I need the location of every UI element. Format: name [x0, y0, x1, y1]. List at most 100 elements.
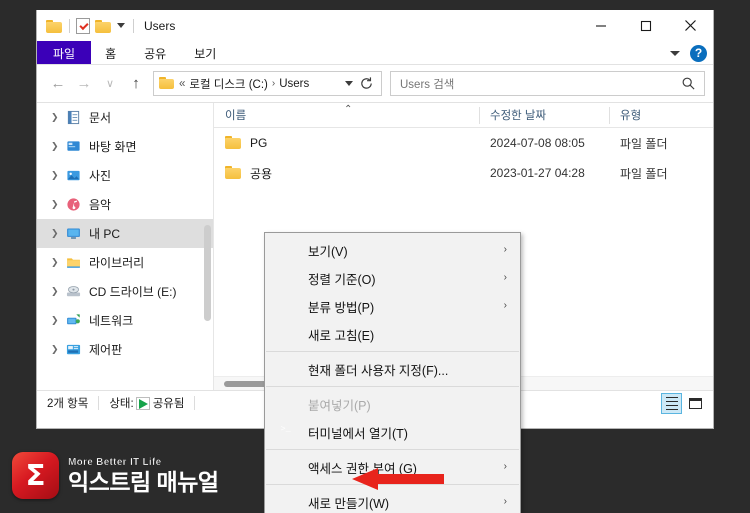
- annotation-arrow-icon: [352, 468, 444, 490]
- large-icons-view-button[interactable]: [685, 393, 706, 414]
- minimize-button[interactable]: [578, 10, 623, 41]
- chevron-right-icon: ›: [503, 244, 507, 255]
- breadcrumb-segment-drive[interactable]: 로컬 디스크 (C:): [189, 76, 267, 92]
- navigation-bar: ← → ∨ ↑ « 로컬 디스크 (C:) › Users Users 검색: [37, 65, 713, 102]
- menu-item-new[interactable]: 새로 만들기(W) ›: [265, 488, 520, 513]
- row-name-cell[interactable]: PG: [214, 136, 479, 150]
- refresh-icon[interactable]: [359, 76, 376, 93]
- quick-access-toolbar[interactable]: [46, 17, 140, 34]
- title-bar[interactable]: Users: [37, 10, 713, 41]
- sidebar-item-libraries[interactable]: ❯ 라이브러리: [37, 248, 213, 277]
- table-row[interactable]: PG 2024-07-08 08:05 파일 폴더: [214, 128, 713, 158]
- sidebar-item-label: 음악: [89, 198, 112, 212]
- row-type-cell: 파일 폴더: [620, 166, 668, 181]
- breadcrumb-overflow[interactable]: «: [179, 78, 185, 90]
- maximize-button[interactable]: [623, 10, 668, 41]
- menu-item-label: 터미널에서 열기(T): [308, 426, 408, 441]
- address-bar[interactable]: « 로컬 디스크 (C:) › Users: [153, 71, 382, 96]
- tab-view[interactable]: 보기: [180, 41, 230, 65]
- sidebar-item-desktop[interactable]: ❯ 바탕 화면: [37, 132, 213, 161]
- sidebar-item-label: 사진: [89, 169, 112, 183]
- chevron-right-icon[interactable]: ❯: [51, 286, 65, 297]
- chevron-right-icon[interactable]: ❯: [51, 141, 65, 152]
- column-headers: 이름 ⌃ 수정한 날짜 유형: [214, 103, 713, 128]
- ribbon-tabs: 파일 홈 공유 보기 ?: [37, 41, 713, 65]
- status-value: 공유됨: [152, 398, 185, 410]
- column-header-date[interactable]: 수정한 날짜: [479, 103, 609, 128]
- documents-icon: [65, 110, 82, 126]
- menu-item-label: 현재 폴더 사용자 지정(F)...: [308, 363, 449, 378]
- address-dropdown-icon[interactable]: [345, 81, 353, 86]
- sidebar-item-this-pc[interactable]: ❯ 내 PC: [37, 219, 213, 248]
- chevron-right-icon[interactable]: ❯: [51, 199, 65, 210]
- sidebar-item-label: 문서: [89, 111, 112, 125]
- dropdown-caret-icon[interactable]: [117, 23, 125, 28]
- sidebar-scrollbar[interactable]: [204, 105, 211, 389]
- sidebar-item-control-panel[interactable]: ❯ 제어판: [37, 335, 213, 364]
- up-button[interactable]: ↑: [123, 71, 149, 97]
- breadcrumb-separator: ›: [271, 78, 276, 89]
- control-panel-icon: [65, 342, 82, 358]
- toolbar-divider-2: [133, 18, 134, 33]
- item-count-label: 2개 항목: [47, 398, 89, 410]
- sidebar-item-network[interactable]: ❯ 네트워크: [37, 306, 213, 335]
- chevron-right-icon[interactable]: ❯: [51, 257, 65, 268]
- menu-item-open-in-terminal[interactable]: 터미널에서 열기(T): [265, 418, 520, 446]
- chevron-right-icon[interactable]: ❯: [51, 170, 65, 181]
- address-folder-icon: [159, 77, 175, 90]
- toolbar-divider: [69, 18, 70, 33]
- menu-item-group-by[interactable]: 분류 방법(P) ›: [265, 292, 520, 320]
- help-icon[interactable]: ?: [690, 44, 707, 62]
- new-folder-icon[interactable]: [95, 19, 112, 33]
- menu-item-label: 새로 고침(E): [308, 328, 375, 343]
- row-name-label: PG: [250, 136, 268, 150]
- recent-locations-button[interactable]: ∨: [97, 71, 123, 97]
- folder-icon: [225, 136, 242, 150]
- watermark: Σ More Better IT Life 익스트림 매뉴얼: [12, 452, 219, 499]
- pictures-icon: [65, 168, 82, 184]
- column-header-name[interactable]: 이름 ⌃: [214, 103, 479, 128]
- chevron-right-icon[interactable]: ❯: [51, 228, 65, 239]
- sidebar-item-label: 네트워크: [89, 314, 134, 328]
- menu-separator: [266, 449, 519, 450]
- library-folder-icon: [65, 255, 82, 271]
- network-icon: [65, 313, 82, 329]
- forward-button[interactable]: →: [71, 71, 97, 97]
- cd-drive-icon: [65, 284, 82, 300]
- menu-item-customize-folder[interactable]: 현재 폴더 사용자 지정(F)...: [265, 355, 520, 383]
- menu-item-sort-by[interactable]: 정렬 기준(O) ›: [265, 264, 520, 292]
- back-button[interactable]: ←: [45, 71, 71, 97]
- music-icon: [65, 197, 82, 213]
- chevron-right-icon[interactable]: ❯: [51, 315, 65, 326]
- sidebar-item-documents[interactable]: ❯ 문서: [37, 103, 213, 132]
- search-input[interactable]: Users 검색: [390, 71, 705, 96]
- watermark-logo-glyph: Σ: [25, 459, 46, 492]
- chevron-down-icon[interactable]: [670, 50, 680, 56]
- breadcrumb-segment-users[interactable]: Users: [279, 78, 309, 90]
- chevron-right-icon[interactable]: ❯: [51, 112, 65, 123]
- sidebar-item-label: 내 PC: [89, 227, 121, 241]
- close-button[interactable]: [668, 10, 713, 41]
- tab-share[interactable]: 공유: [130, 41, 180, 65]
- sidebar-scrollbar-thumb[interactable]: [204, 225, 211, 321]
- sidebar-item-pictures[interactable]: ❯ 사진: [37, 161, 213, 190]
- sidebar-item-music[interactable]: ❯ 음악: [37, 190, 213, 219]
- tab-home[interactable]: 홈: [91, 41, 130, 65]
- menu-item-label: 붙여넣기(P): [308, 398, 371, 413]
- sidebar-item-cd-drive[interactable]: ❯ CD 드라이브 (E:): [37, 277, 213, 306]
- menu-item-refresh[interactable]: 새로 고침(E): [265, 320, 520, 348]
- column-header-type[interactable]: 유형: [609, 103, 709, 128]
- details-view-button[interactable]: [661, 393, 682, 414]
- row-name-label: 공용: [250, 166, 273, 181]
- status-divider-2: [194, 396, 196, 410]
- tab-file[interactable]: 파일: [37, 41, 92, 65]
- search-icon[interactable]: [681, 76, 696, 96]
- row-name-cell[interactable]: 공용: [214, 165, 479, 182]
- details-view-icon: [665, 396, 678, 411]
- document-check-icon[interactable]: [76, 17, 90, 34]
- table-row[interactable]: 공용 2023-01-27 04:28 파일 폴더: [214, 158, 713, 188]
- chevron-right-icon[interactable]: ❯: [51, 344, 65, 355]
- menu-item-view[interactable]: 보기(V) ›: [265, 236, 520, 264]
- folder-icon: [46, 19, 63, 33]
- row-date-cell: 2023-01-27 04:28: [490, 166, 585, 180]
